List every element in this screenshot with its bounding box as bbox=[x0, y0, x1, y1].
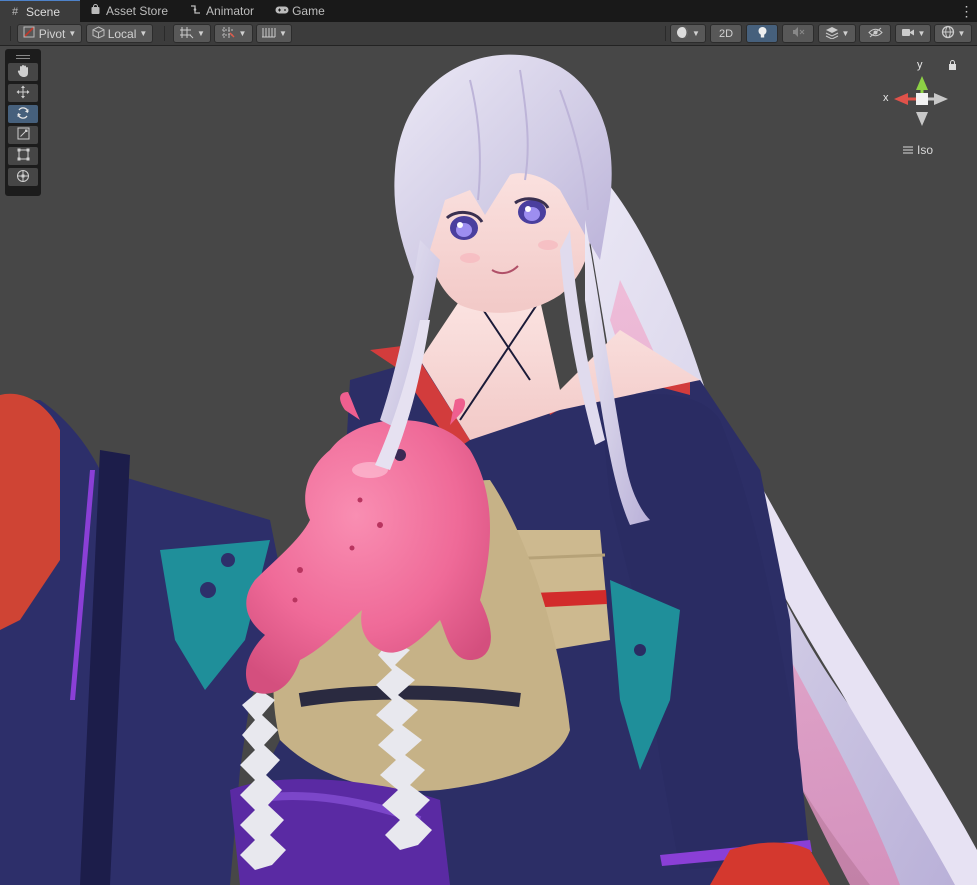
grid-icon: # bbox=[11, 5, 19, 18]
cube-icon bbox=[92, 25, 105, 42]
mode-2d-label: 2D bbox=[718, 27, 734, 40]
scene-tools-overlay bbox=[5, 49, 41, 196]
scene-camera-dropdown[interactable]: ▼ bbox=[895, 24, 931, 43]
tab-game[interactable]: Game bbox=[266, 0, 337, 22]
window-tab-bar: # Scene Asset Store Animator Game ⋮ bbox=[0, 0, 977, 22]
scene-audio-toggle[interactable] bbox=[782, 24, 814, 43]
chevron-down-icon: ▼ bbox=[917, 29, 926, 38]
toolbar-divider bbox=[164, 26, 165, 41]
scale-tool-button[interactable] bbox=[8, 126, 38, 144]
character-model-render bbox=[0, 54, 977, 885]
scene-lighting-toggle[interactable] bbox=[746, 24, 778, 43]
projection-label: Iso bbox=[917, 143, 934, 157]
rect-tool-button[interactable] bbox=[8, 147, 38, 165]
toolbar-divider bbox=[665, 26, 666, 41]
gamepad-icon bbox=[275, 5, 289, 18]
chevron-down-icon: ▼ bbox=[139, 29, 148, 38]
pivot-icon bbox=[23, 26, 36, 41]
move-arrows-icon bbox=[16, 85, 30, 102]
shaded-sphere-icon bbox=[676, 26, 689, 42]
tab-asset-store[interactable]: Asset Store bbox=[80, 0, 180, 22]
effects-dropdown[interactable]: ▼ bbox=[818, 24, 856, 43]
pivot-dropdown[interactable]: Pivot ▼ bbox=[17, 24, 82, 43]
tab-scene[interactable]: # Scene bbox=[0, 0, 80, 22]
layers-effects-icon bbox=[825, 26, 839, 42]
draw-mode-dropdown[interactable]: ▼ bbox=[670, 24, 706, 43]
window-menu-kebab-icon[interactable]: ⋮ bbox=[955, 0, 977, 22]
scene-viewport[interactable] bbox=[0, 46, 977, 885]
increment-snap-toggle[interactable]: ▼ bbox=[214, 24, 253, 43]
transform-all-icon bbox=[16, 169, 30, 186]
grid-snap-icon bbox=[179, 26, 194, 42]
eye-hidden-icon bbox=[867, 27, 883, 41]
tab-animator-label: Animator bbox=[206, 4, 255, 18]
rect-transform-icon bbox=[17, 148, 30, 164]
local-dropdown[interactable]: Local ▼ bbox=[86, 24, 153, 43]
scene-visibility-toggle[interactable] bbox=[859, 24, 891, 43]
grid-plane-icon bbox=[261, 26, 276, 42]
audio-mute-icon bbox=[792, 26, 805, 41]
grid-visibility-toggle[interactable]: ▼ bbox=[256, 24, 292, 43]
mode-2d-toggle[interactable]: 2D bbox=[710, 24, 742, 43]
rotate-tool-button[interactable] bbox=[8, 105, 38, 123]
increment-snap-icon bbox=[221, 26, 236, 42]
toolbar-divider bbox=[10, 26, 11, 41]
tab-asset-store-label: Asset Store bbox=[106, 4, 169, 18]
tab-scene-label: Scene bbox=[26, 4, 61, 19]
scale-icon bbox=[17, 127, 30, 143]
animator-icon bbox=[189, 4, 201, 18]
projection-toggle[interactable]: Iso bbox=[903, 143, 933, 157]
grid-snap-toggle[interactable]: ▼ bbox=[173, 24, 211, 43]
gizmos-dropdown[interactable]: ▼ bbox=[934, 24, 972, 43]
globe-gizmo-icon bbox=[941, 25, 955, 42]
hand-tool-button[interactable] bbox=[8, 63, 38, 81]
gizmo-x-label: x bbox=[883, 92, 889, 104]
chevron-down-icon: ▼ bbox=[957, 29, 966, 38]
scene-toolbar: Pivot ▼ Local ▼ ▼ ▼ ▼ ▼ 2D ▼ ▼ ▼ bbox=[0, 22, 977, 46]
tab-animator[interactable]: Animator bbox=[180, 0, 266, 22]
menu-lines-icon bbox=[903, 143, 913, 157]
tab-game-label: Game bbox=[292, 4, 325, 18]
camera-icon bbox=[901, 27, 915, 41]
shopping-bag-icon bbox=[89, 4, 101, 18]
local-label: Local bbox=[107, 26, 137, 41]
chevron-down-icon: ▼ bbox=[68, 29, 77, 38]
chevron-down-icon: ▼ bbox=[692, 29, 700, 38]
gizmo-y-label: y bbox=[917, 59, 923, 71]
rotate-icon bbox=[16, 106, 30, 123]
chevron-down-icon: ▼ bbox=[238, 29, 247, 38]
hand-icon bbox=[17, 64, 30, 81]
pivot-label: Pivot bbox=[38, 26, 66, 41]
chevron-down-icon: ▼ bbox=[279, 29, 287, 38]
transform-tool-button[interactable] bbox=[8, 168, 38, 186]
overlay-drag-handle[interactable] bbox=[5, 51, 41, 63]
lightbulb-icon bbox=[757, 26, 768, 42]
chevron-down-icon: ▼ bbox=[197, 29, 205, 38]
chevron-down-icon: ▼ bbox=[841, 29, 850, 38]
move-tool-button[interactable] bbox=[8, 84, 38, 102]
